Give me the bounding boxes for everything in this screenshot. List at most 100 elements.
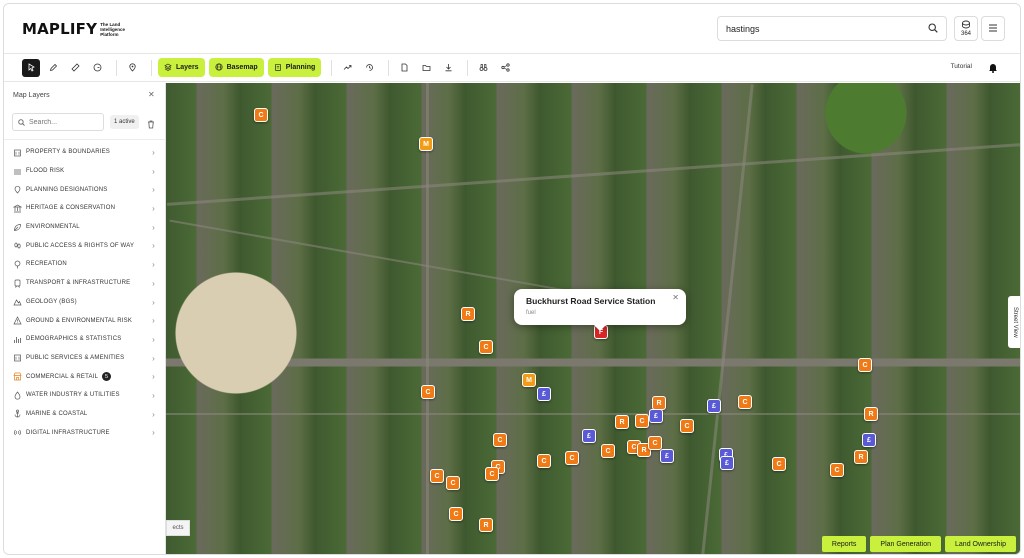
layer-category-item[interactable]: DIGITAL INFRASTRUCTURE › (4, 423, 166, 442)
logo[interactable]: MAPLIFY The Land Intelligence Platform (22, 20, 132, 38)
panel-divider (4, 139, 166, 140)
map-poi-marker[interactable]: C (830, 463, 844, 477)
waves-icon (13, 167, 22, 176)
map-pin-icon (128, 59, 137, 77)
layer-category-label: RECREATION (26, 261, 67, 268)
layer-category-item[interactable]: PLANNING DESIGNATIONS › (4, 180, 166, 199)
plan-generation-button[interactable]: Plan Generation (870, 536, 942, 552)
map-poi-marker[interactable]: C (254, 108, 268, 122)
popup-title: Buckhurst Road Service Station (526, 296, 656, 306)
map-poi-marker[interactable]: C (772, 457, 786, 471)
map-poi-marker[interactable]: £ (537, 387, 551, 401)
map-poi-marker[interactable]: £ (582, 429, 596, 443)
map-poi-marker[interactable]: C (446, 476, 460, 490)
building-icon (13, 148, 22, 157)
credits-button[interactable]: 364 (954, 16, 978, 41)
map-poi-marker[interactable]: R (461, 307, 475, 321)
chevron-right-icon: › (152, 297, 155, 307)
map-poi-marker[interactable]: R (479, 518, 493, 532)
layer-category-item[interactable]: PUBLIC ACCESS & RIGHTS OF WAY › (4, 236, 166, 255)
layer-category-item[interactable]: MARINE & COASTAL › (4, 405, 166, 424)
select-tool-button[interactable] (22, 58, 40, 77)
download-button[interactable] (439, 59, 457, 77)
layer-category-item[interactable]: COMMERCIAL & RETAIL 5 › (4, 367, 166, 386)
land-ownership-button[interactable]: Land Ownership (945, 536, 1016, 552)
map-view[interactable]: CMRCFM£CCR£C£RCCRC£CRC£CCC££C£RCCCCCCR B… (166, 83, 1020, 554)
close-icon[interactable]: ✕ (148, 90, 155, 99)
map-poi-marker[interactable]: C (635, 414, 649, 428)
map-poi-marker[interactable]: C (421, 385, 435, 399)
map-poi-marker[interactable]: C (430, 469, 444, 483)
chevron-right-icon: › (152, 241, 155, 251)
map-poi-marker[interactable]: R (615, 415, 629, 429)
history-button[interactable] (360, 59, 378, 77)
layer-category-item[interactable]: DEMOGRAPHICS & STATISTICS › (4, 330, 166, 349)
reports-button[interactable]: Reports (821, 536, 867, 552)
draw-tool-button[interactable] (44, 59, 62, 77)
layer-category-item[interactable]: PROPERTY & BOUNDARIES › (4, 143, 166, 162)
layer-category-item[interactable]: TRANSPORT & INFRASTRUCTURE › (4, 274, 166, 293)
chevron-right-icon: › (152, 204, 155, 214)
map-poi-marker[interactable]: C (493, 433, 507, 447)
share-button[interactable] (496, 59, 514, 77)
planning-button[interactable]: Planning (267, 58, 322, 77)
map-poi-marker[interactable]: C (485, 467, 499, 481)
layer-category-item[interactable]: WATER INDUSTRY & UTILITIES › (4, 386, 166, 405)
layer-category-item[interactable]: ENVIRONMENTAL › (4, 218, 166, 237)
chevron-right-icon: › (152, 428, 155, 438)
close-icon[interactable]: ✕ (672, 293, 679, 302)
tutorial-link[interactable]: Tutorial (951, 63, 972, 70)
projects-tab[interactable]: ects (166, 520, 190, 536)
radius-tool-button[interactable] (88, 59, 106, 77)
history-icon (365, 59, 374, 77)
chevron-right-icon: › (152, 260, 155, 270)
layer-category-item[interactable]: PUBLIC SERVICES & AMENITIES › (4, 349, 166, 368)
map-poi-marker[interactable]: £ (862, 433, 876, 447)
menu-button[interactable] (981, 16, 1005, 41)
map-poi-marker[interactable]: M (522, 373, 536, 387)
bell-icon[interactable] (988, 60, 998, 78)
location-button[interactable] (123, 59, 141, 77)
map-poi-marker[interactable]: C (565, 451, 579, 465)
map-poi-marker[interactable]: C (449, 507, 463, 521)
search-input[interactable] (726, 23, 916, 34)
map-poi-marker[interactable]: £ (649, 409, 663, 423)
map-poi-marker[interactable]: R (652, 396, 666, 410)
layers-button[interactable]: Layers (158, 58, 205, 77)
map-poi-marker[interactable]: £ (720, 456, 734, 470)
street-view-button[interactable]: Street View (1008, 296, 1020, 348)
map-poi-marker[interactable]: £ (707, 399, 721, 413)
trend-arrow-icon (343, 59, 352, 77)
map-poi-marker[interactable]: R (854, 450, 868, 464)
header: MAPLIFY The Land Intelligence Platform 3… (4, 4, 1020, 54)
map-poi-marker[interactable]: C (648, 436, 662, 450)
basemap-button[interactable]: Basemap (208, 58, 264, 77)
layer-category-item[interactable]: GEOLOGY (BGS) › (4, 293, 166, 312)
measure-tool-button[interactable] (66, 59, 84, 77)
open-folder-button[interactable] (417, 59, 435, 77)
new-file-button[interactable] (395, 59, 413, 77)
map-poi-marker[interactable]: C (537, 454, 551, 468)
map-poi-marker[interactable]: C (680, 419, 694, 433)
layer-category-item[interactable]: RECREATION › (4, 255, 166, 274)
trend-button[interactable] (338, 59, 356, 77)
map-poi-marker[interactable]: C (479, 340, 493, 354)
compare-button[interactable] (474, 59, 492, 77)
map-poi-marker[interactable]: C (601, 444, 615, 458)
trash-icon[interactable] (147, 116, 155, 134)
map-poi-marker[interactable]: R (864, 407, 878, 421)
layer-category-item[interactable]: GROUND & ENVIRONMENTAL RISK › (4, 311, 166, 330)
search-icon (18, 113, 25, 131)
layer-category-item[interactable]: HERITAGE & CONSERVATION › (4, 199, 166, 218)
poi-popup[interactable]: Buckhurst Road Service Station fuel ✕ (514, 289, 686, 331)
layer-category-label: HERITAGE & CONSERVATION (26, 205, 116, 212)
layer-category-item[interactable]: FLOOD RISK › (4, 162, 166, 181)
map-poi-marker[interactable]: £ (660, 449, 674, 463)
map-poi-marker[interactable]: M (419, 137, 433, 151)
app-window: MAPLIFY The Land Intelligence Platform 3… (3, 3, 1021, 555)
search-icon[interactable] (928, 22, 938, 35)
map-poi-marker[interactable]: C (738, 395, 752, 409)
layer-search-input[interactable] (29, 118, 99, 126)
map-poi-marker[interactable]: C (858, 358, 872, 372)
layer-category-label: DIGITAL INFRASTRUCTURE (26, 429, 110, 436)
